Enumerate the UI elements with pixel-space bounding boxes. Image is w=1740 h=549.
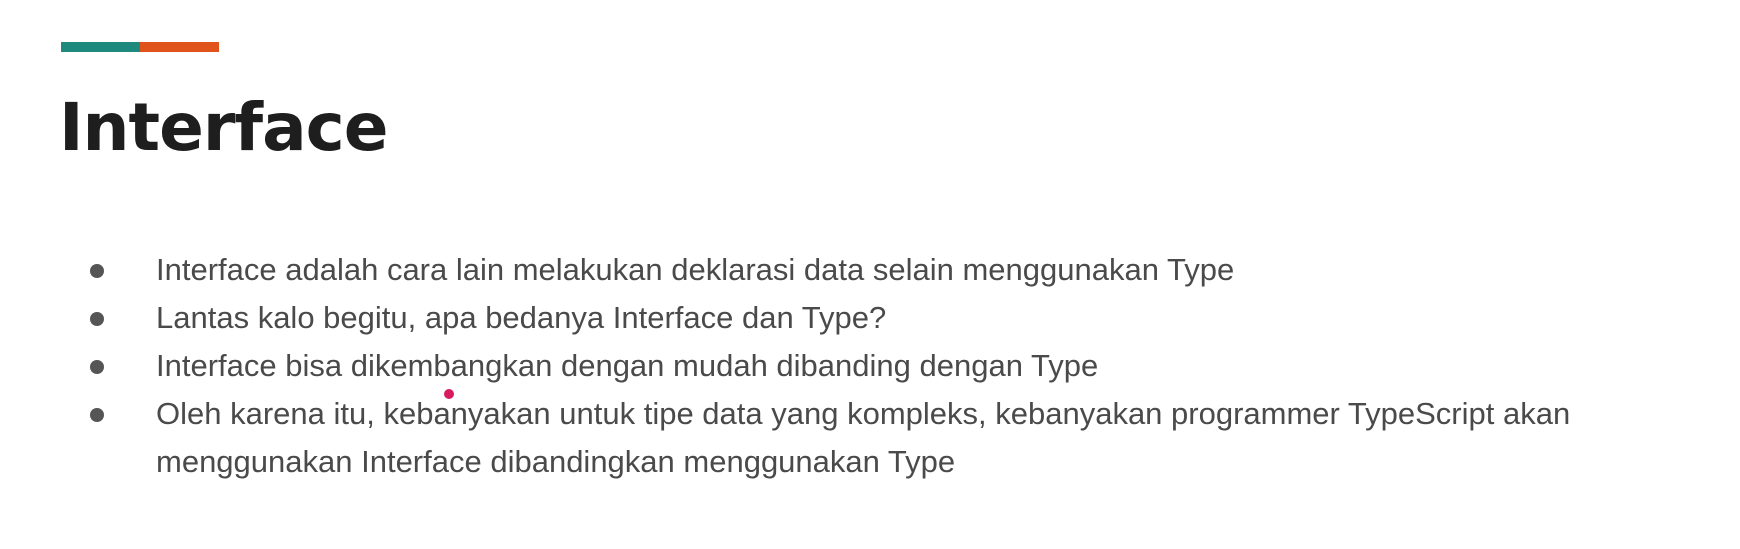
bullet-text: Oleh karena itu, kebanyakan untuk tipe d… xyxy=(156,396,1571,479)
bullet-item: Interface bisa dikembangkan dengan mudah… xyxy=(0,342,1740,390)
bullet-text: Lantas kalo begitu, apa bedanya Interfac… xyxy=(156,300,887,335)
title-accent-bar xyxy=(61,42,219,52)
bullet-dot-icon xyxy=(90,360,104,374)
bullet-text: Interface bisa dikembangkan dengan mudah… xyxy=(156,348,1099,383)
accent-bar-orange-segment xyxy=(140,42,219,52)
bullet-dot-icon xyxy=(90,312,104,326)
bullet-item: Lantas kalo begitu, apa bedanya Interfac… xyxy=(0,294,1740,342)
bullet-dot-icon xyxy=(90,264,104,278)
bullet-text: Interface adalah cara lain melakukan dek… xyxy=(156,252,1235,287)
slide-title: Interface xyxy=(59,89,389,166)
bullet-item: Oleh karena itu, kebanyakan untuk tipe d… xyxy=(0,390,1740,486)
bullet-item: Interface adalah cara lain melakukan dek… xyxy=(0,246,1740,294)
bullet-dot-icon xyxy=(90,408,104,422)
bullet-list: Interface adalah cara lain melakukan dek… xyxy=(0,246,1740,486)
laser-pointer-dot-icon xyxy=(444,389,454,399)
accent-bar-teal-segment xyxy=(61,42,140,52)
